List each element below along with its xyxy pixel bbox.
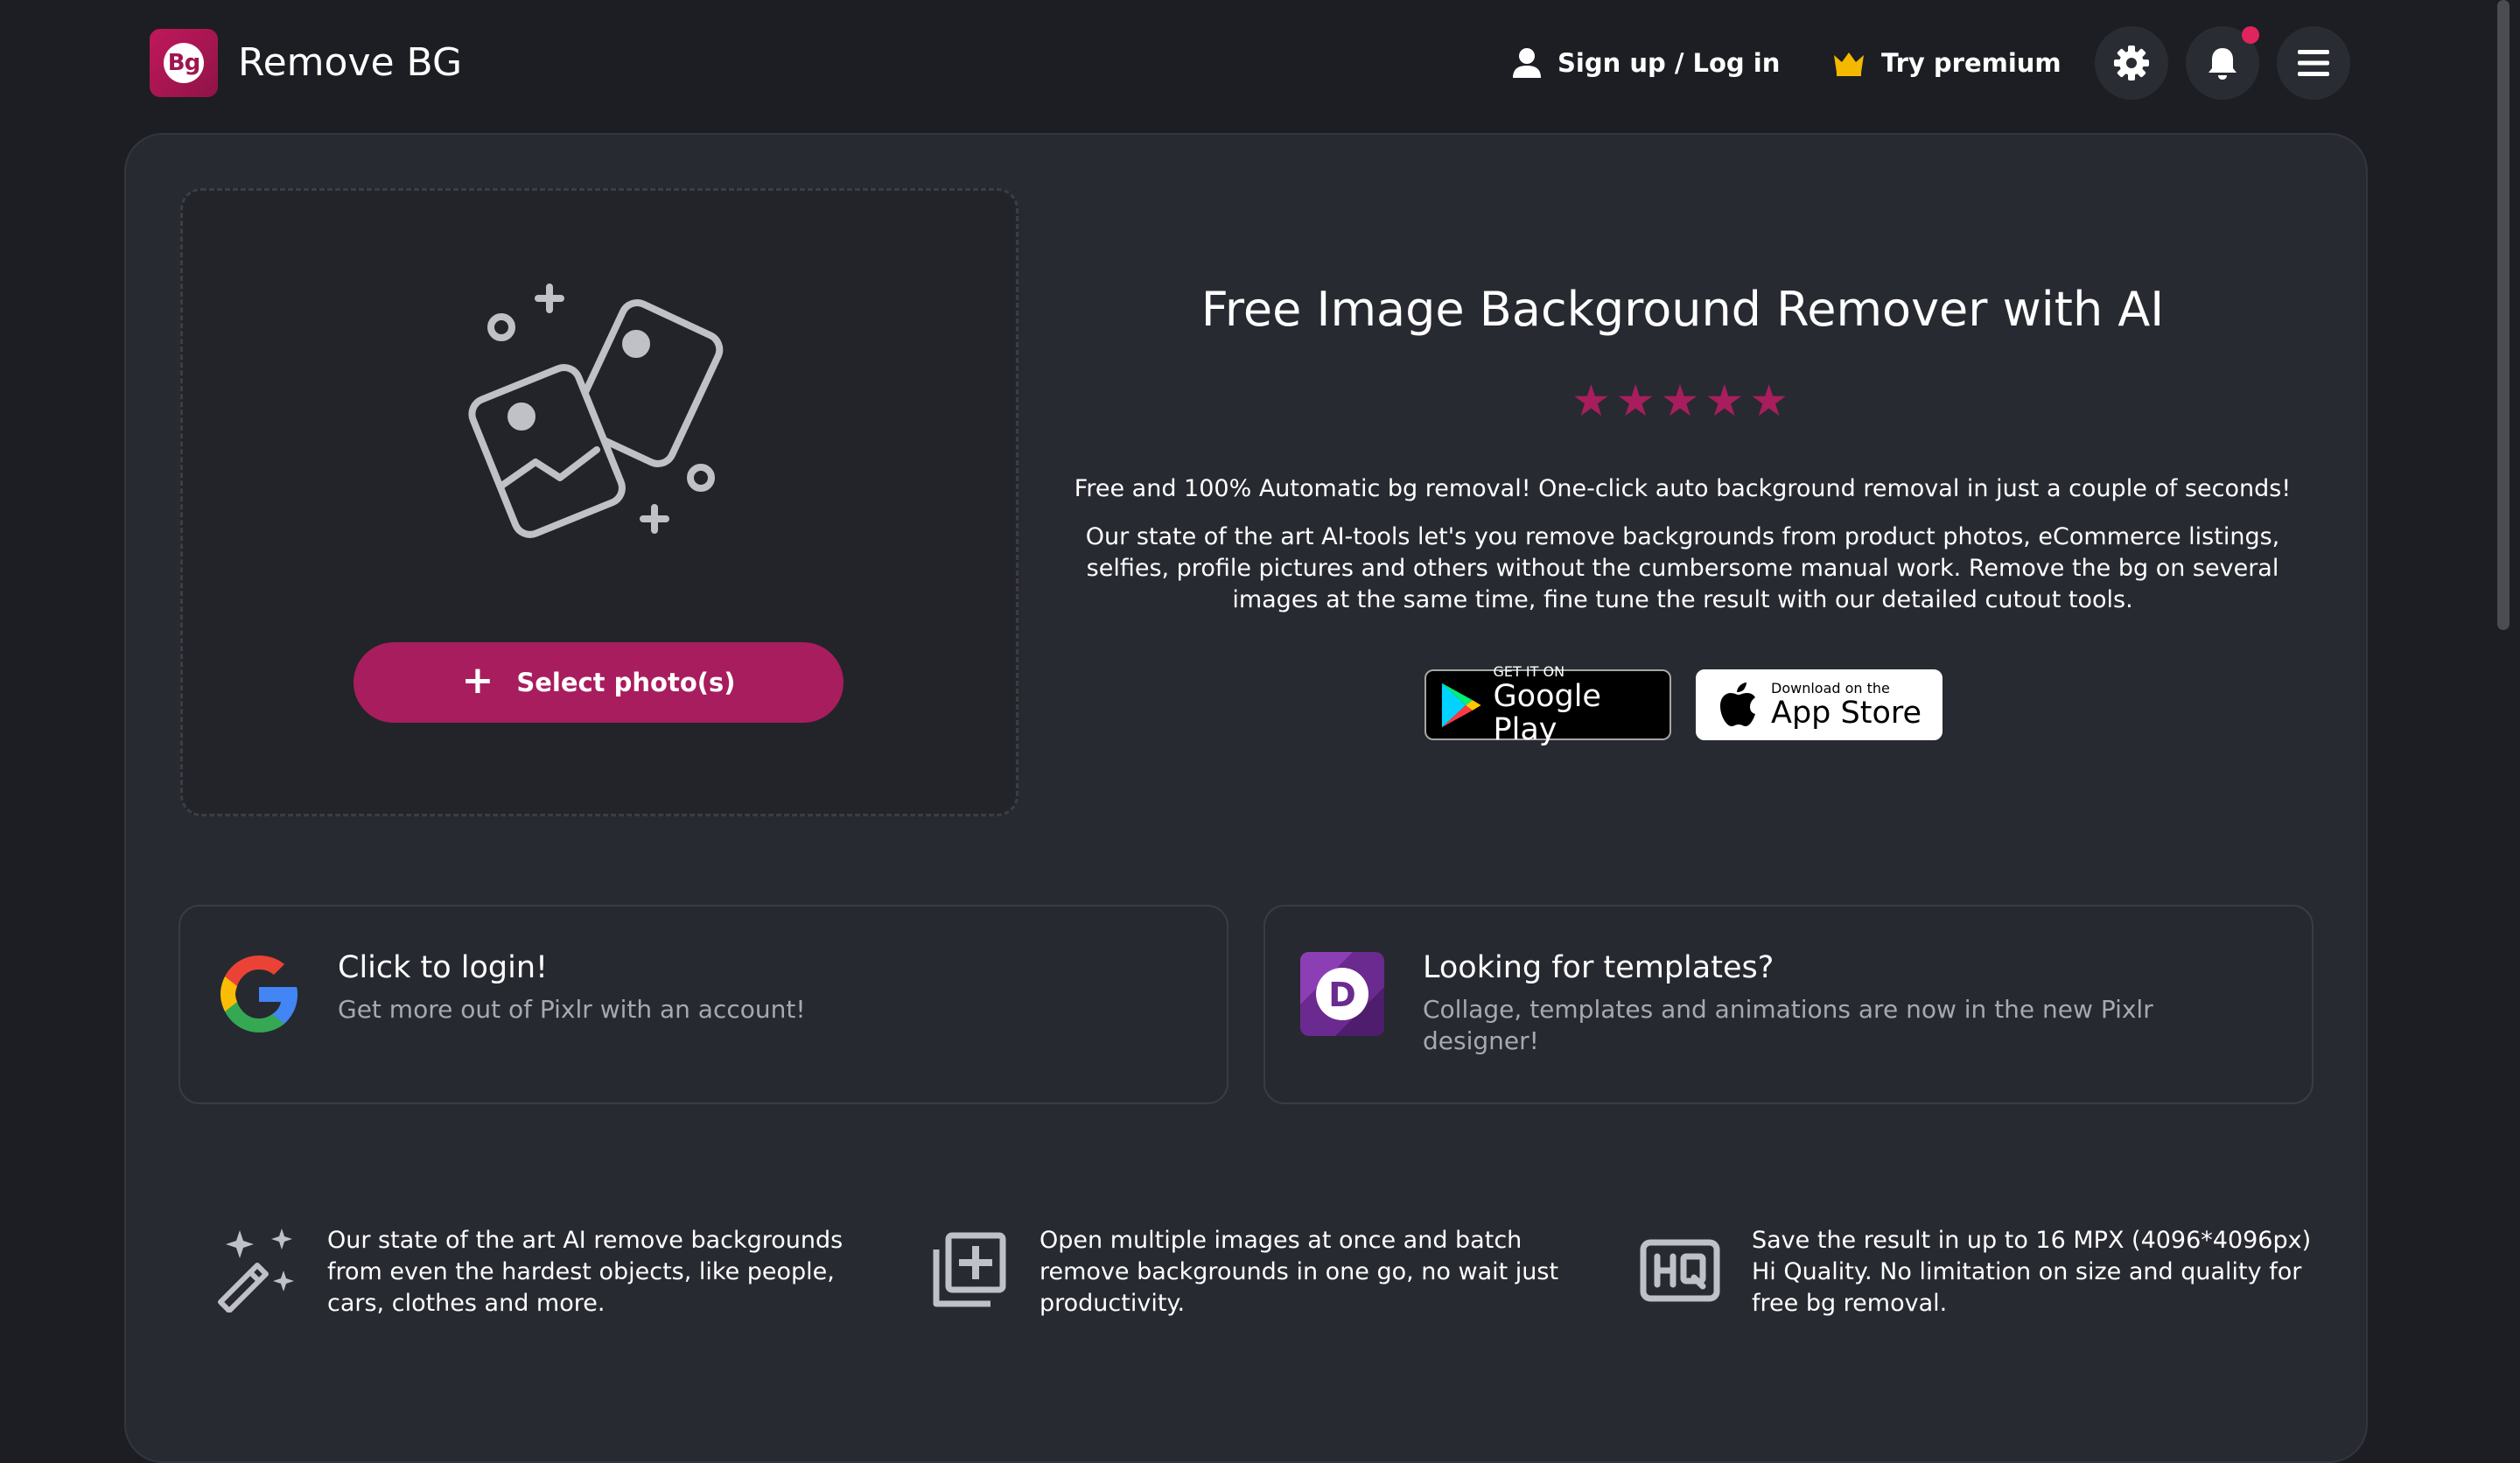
sign-up-login-link[interactable]: Sign up / Log in [1512, 42, 1780, 84]
magic-wand-icon [218, 1228, 294, 1312]
notification-badge [2242, 26, 2259, 44]
gear-icon [2114, 46, 2149, 80]
feature-ai-removal: Our state of the art AI remove backgroun… [214, 1225, 878, 1348]
app-title[interactable]: Remove BG [238, 38, 462, 88]
try-premium-label: Try premium [1881, 48, 2062, 78]
app-store-small-text: Download on the [1771, 679, 1890, 696]
plus-icon: + [461, 658, 494, 703]
logo-mark: Bg [164, 43, 204, 83]
top-bar: Bg Remove BG Sign up / Log in Try premiu… [0, 0, 2520, 128]
apple-icon [1720, 682, 1755, 726]
templates-card-subtitle: Collage, templates and animations are no… [1423, 995, 2153, 1055]
app-store-badge[interactable]: Download on the App Store [1696, 669, 1942, 740]
page-scrollbar[interactable] [2497, 0, 2510, 630]
feature-batch-removal-text: Open multiple images at once and batch r… [1040, 1227, 1559, 1317]
google-play-icon [1441, 682, 1481, 727]
login-card-title: Click to login! [338, 950, 549, 985]
feature-hq-save: Save the result in up to 16 MPX (4096*40… [1638, 1225, 2311, 1348]
login-card[interactable]: Click to login! Get more out of Pixlr wi… [178, 905, 1228, 1104]
select-photos-label: Select photo(s) [516, 668, 736, 697]
templates-card-title: Looking for templates? [1423, 950, 1774, 985]
page-title: Free Image Background Remover with AI [1200, 282, 2165, 337]
google-play-small-text: GET IT ON [1493, 662, 1565, 680]
images-upload-icon [468, 284, 724, 538]
bell-icon [2208, 48, 2236, 80]
add-multiple-images-icon [933, 1232, 1006, 1307]
google-play-badge[interactable]: GET IT ON Google Play [1424, 663, 1671, 746]
templates-card[interactable]: D Looking for templates? Collage, templa… [1264, 905, 2314, 1104]
app-logo[interactable]: Bg [150, 29, 218, 97]
google-icon [220, 956, 298, 1032]
hero-tagline: Free and 100% Automatic bg removal! One-… [1074, 475, 2292, 502]
settings-button[interactable] [2095, 26, 2168, 100]
try-premium-link[interactable]: Try premium [1832, 42, 2062, 84]
feature-hq-save-text: Save the result in up to 16 MPX (4096*40… [1752, 1227, 2312, 1317]
svg-text:D: D [1328, 976, 1356, 1014]
feature-ai-removal-text: Our state of the art AI remove backgroun… [327, 1227, 844, 1317]
hero-description: Our state of the art AI-tools let's you … [1085, 523, 2280, 613]
pixlr-designer-icon: D [1300, 952, 1384, 1036]
crown-icon [1834, 52, 1864, 76]
select-photos-button[interactable]: + Select photo(s) [354, 642, 844, 723]
sign-up-login-label: Sign up / Log in [1558, 48, 1781, 78]
hamburger-menu-icon [2298, 50, 2329, 76]
rating-stars: ★★★★★ [1571, 375, 1795, 426]
feature-batch-removal: Open multiple images at once and batch r… [926, 1225, 1591, 1348]
google-play-big-text: Google Play [1493, 678, 1601, 747]
login-card-subtitle: Get more out of Pixlr with an account! [338, 995, 806, 1024]
menu-button[interactable] [2277, 26, 2350, 100]
app-store-big-text: App Store [1771, 695, 1922, 731]
user-icon [1513, 48, 1541, 78]
hq-icon [1640, 1239, 1720, 1302]
